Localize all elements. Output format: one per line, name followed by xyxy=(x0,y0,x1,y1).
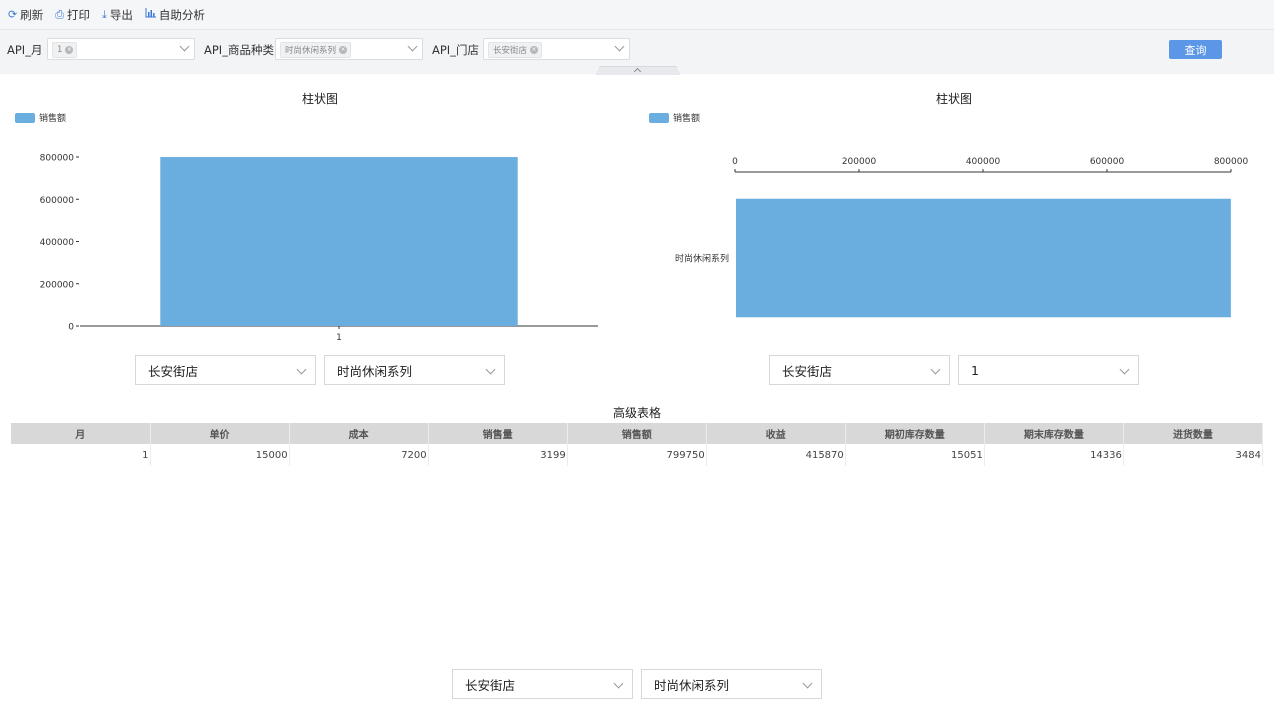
bottom-category-dropdown[interactable]: 时尚休闲系列 xyxy=(641,669,822,699)
collapse-filter-toggle[interactable] xyxy=(596,66,680,75)
chevron-down-icon xyxy=(613,678,624,689)
table-cell: 14336 xyxy=(984,444,1124,466)
table-cell: 799750 xyxy=(567,444,707,466)
column-header[interactable]: 单价 xyxy=(150,423,290,444)
toolbar: ⟳ 刷新 ⎙ 打印 ⤓ 导出 自助分析 xyxy=(0,0,1274,30)
table-row[interactable]: 1 15000 7200 3199 799750 415870 15051 14… xyxy=(11,444,1264,466)
x-tick-label: 800000 xyxy=(1214,157,1249,167)
store-tag: 长安街店 × xyxy=(488,42,543,58)
x-tick-label: 0 xyxy=(732,157,738,167)
export-label: 导出 xyxy=(109,7,133,22)
table-cell: 15000 xyxy=(150,444,290,466)
category-filter-label: API_商品种类 xyxy=(204,43,274,57)
chevron-down-icon xyxy=(1119,364,1130,375)
x-tick-label: 400000 xyxy=(966,157,1001,167)
dropdown-value: 1 xyxy=(971,362,979,378)
y-tick-label: 200000 xyxy=(40,280,75,290)
self-analysis-button[interactable]: 自助分析 xyxy=(145,7,205,23)
chevron-down-icon xyxy=(930,364,941,375)
chevron-down-icon xyxy=(296,364,307,375)
bar xyxy=(736,198,1231,318)
column-header[interactable]: 月 xyxy=(11,423,151,444)
chevron-down-icon xyxy=(485,364,496,375)
bottom-store-dropdown[interactable]: 长安街店 xyxy=(452,669,633,699)
x-tick-label: 1 xyxy=(336,333,342,343)
legend-swatch xyxy=(15,112,35,123)
right-bar-chart: 0 200000 400000 600000 800000 时尚休闲系列 xyxy=(675,157,1249,318)
chevron-down-icon xyxy=(614,41,625,52)
month-filter-label: API_月 xyxy=(7,43,43,57)
column-header[interactable]: 销售量 xyxy=(428,423,568,444)
column-header[interactable]: 收益 xyxy=(706,423,846,444)
refresh-label: 刷新 xyxy=(20,7,44,22)
tag-close-icon[interactable]: × xyxy=(339,46,348,54)
chevron-down-icon xyxy=(179,41,190,52)
x-tick-label: 200000 xyxy=(842,157,877,167)
self-analysis-label: 自助分析 xyxy=(158,7,205,22)
month-select[interactable]: 1 × xyxy=(47,38,195,60)
y-tick-label: 400000 xyxy=(40,238,75,248)
store-filter-label: API_门店 xyxy=(432,43,479,57)
left-chart-title: 柱状图 xyxy=(302,92,339,106)
refresh-icon: ⟳ xyxy=(8,8,18,21)
left-category-dropdown[interactable]: 时尚休闲系列 xyxy=(324,355,505,385)
refresh-button[interactable]: ⟳ 刷新 xyxy=(8,7,43,23)
table-cell: 1 xyxy=(11,444,151,466)
table-cell: 15051 xyxy=(845,444,985,466)
right-month-dropdown[interactable]: 1 xyxy=(958,355,1139,385)
y-tick-label: 时尚休闲系列 xyxy=(675,253,729,265)
column-header[interactable]: 期初库存数量 xyxy=(845,423,985,444)
tag-close-icon[interactable]: × xyxy=(65,46,74,54)
right-chart-legend[interactable]: 销售额 xyxy=(649,111,700,124)
chevron-up-icon xyxy=(633,67,642,75)
column-header[interactable]: 成本 xyxy=(289,423,429,444)
table-cell: 3484 xyxy=(1123,444,1264,466)
y-tick-label: 0 xyxy=(68,323,74,333)
left-store-dropdown[interactable]: 长安街店 xyxy=(135,355,316,385)
print-label: 打印 xyxy=(67,7,91,22)
dropdown-value: 时尚休闲系列 xyxy=(337,363,413,379)
chevron-down-icon xyxy=(802,678,813,689)
left-bar-chart: 0 200000 400000 600000 800000 1 xyxy=(40,154,598,343)
dropdown-value: 时尚休闲系列 xyxy=(654,677,730,693)
chevron-down-icon xyxy=(407,41,418,52)
column-header[interactable]: 销售额 xyxy=(567,423,707,444)
export-button[interactable]: ⤓ 导出 xyxy=(102,7,133,23)
legend-swatch xyxy=(649,112,669,123)
x-tick-label: 600000 xyxy=(1090,157,1125,167)
dropdown-value: 长安街店 xyxy=(148,363,199,379)
dropdown-value: 长安街店 xyxy=(465,677,516,693)
print-icon: ⎙ xyxy=(55,7,65,21)
table-cell: 415870 xyxy=(706,444,846,466)
column-header[interactable]: 进货数量 xyxy=(1123,423,1264,444)
bar xyxy=(160,157,518,326)
table-title: 高级表格 xyxy=(612,406,661,420)
advanced-table: 月 单价 成本 销售量 销售额 收益 期初库存数量 期末库存数量 进货数量 1 … xyxy=(11,423,1264,466)
y-tick-label: 800000 xyxy=(40,154,75,164)
tag-close-icon[interactable]: × xyxy=(530,46,539,54)
y-tick-label: 600000 xyxy=(40,196,75,206)
table-cell: 3199 xyxy=(428,444,568,466)
query-button[interactable]: 查询 xyxy=(1169,40,1222,59)
right-chart-title: 柱状图 xyxy=(936,92,973,106)
print-button[interactable]: ⎙ 打印 xyxy=(55,7,90,23)
right-store-dropdown[interactable]: 长安街店 xyxy=(769,355,950,385)
dropdown-value: 长安街店 xyxy=(782,363,833,379)
bar-chart-icon xyxy=(145,8,156,21)
legend-label: 销售额 xyxy=(39,114,67,124)
download-icon: ⤓ xyxy=(102,7,107,21)
table-cell: 7200 xyxy=(289,444,429,466)
column-header[interactable]: 期末库存数量 xyxy=(984,423,1124,444)
category-select[interactable]: 时尚休闲系列 × xyxy=(275,38,423,60)
category-tag: 时尚休闲系列 × xyxy=(280,42,352,58)
left-chart-legend[interactable]: 销售额 xyxy=(15,111,66,124)
legend-label: 销售额 xyxy=(673,114,701,124)
month-tag: 1 × xyxy=(52,42,78,58)
store-select[interactable]: 长安街店 × xyxy=(483,38,630,60)
table-header-row: 月 单价 成本 销售量 销售额 收益 期初库存数量 期末库存数量 进货数量 xyxy=(11,423,1264,444)
